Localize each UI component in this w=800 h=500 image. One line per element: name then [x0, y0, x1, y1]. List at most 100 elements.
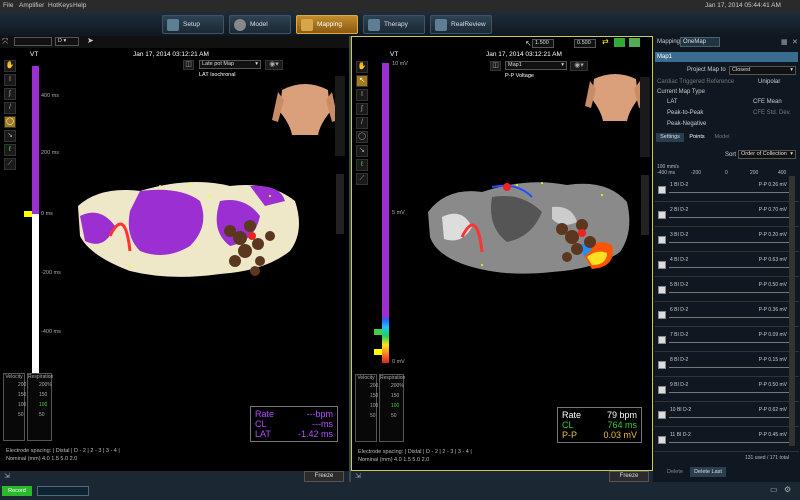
tab-mapping[interactable]: Mapping — [657, 39, 680, 45]
list-item[interactable]: 6 BI D-2 P-P 0.36 mV — [655, 307, 799, 327]
menu-help[interactable]: Help — [73, 2, 86, 9]
list-item[interactable]: 10 BI D-2 P-P 0.62 mV — [655, 407, 799, 427]
map-name-bar[interactable]: Map1 — [655, 52, 798, 62]
scale-marker-icon[interactable] — [374, 349, 382, 355]
point-checkbox[interactable] — [658, 311, 666, 319]
points-subtab[interactable]: Points — [686, 133, 708, 142]
label-tool-icon[interactable]: ℓ — [4, 144, 16, 156]
status-field[interactable] — [37, 486, 89, 496]
lat-radio[interactable]: LAT — [667, 99, 678, 105]
left-map-select[interactable]: Late pot Map ▾ — [199, 60, 261, 69]
label-tool-icon[interactable]: ℓ — [356, 159, 368, 171]
grid-icon[interactable]: ▦ — [781, 38, 788, 46]
line-tool-icon[interactable]: ⟋ — [356, 173, 368, 185]
lasso-tool-icon[interactable]: ◯ — [4, 116, 16, 128]
eye-icon[interactable]: ◉▾ — [570, 61, 588, 71]
pen-tool-icon[interactable]: / — [356, 117, 368, 129]
probe-tool-icon[interactable]: ↘ — [356, 145, 368, 157]
hand-tool-icon[interactable]: ✋ — [4, 60, 16, 72]
settings-subtab[interactable]: Settings — [656, 133, 684, 142]
list-item[interactable]: 8 BI D-2 P-P 0.15 mV — [655, 357, 799, 377]
cfe-std-radio[interactable]: CFE Std. Dev. — [753, 110, 791, 116]
swap-icon[interactable]: ⇄ — [602, 37, 609, 46]
right-slider-track[interactable] — [640, 77, 650, 157]
high-threshold-input[interactable]: 0.500 — [574, 39, 596, 48]
left-view-select[interactable] — [14, 37, 52, 46]
torso-orientation-icon[interactable] — [584, 71, 646, 121]
cursor-tool-icon[interactable]: ↖ — [356, 75, 368, 87]
sort-select[interactable]: Order of Collection ▾ — [738, 150, 796, 159]
cfe-mean-radio[interactable]: CFE Mean — [753, 99, 782, 105]
point-checkbox[interactable] — [658, 411, 666, 419]
low-threshold-input[interactable]: 1.500 — [532, 39, 554, 48]
peak-to-peak-radio[interactable]: Peak-to-Peak — [667, 110, 703, 116]
mirror-icon[interactable]: ⤧ — [2, 37, 8, 47]
point-checkbox[interactable] — [658, 286, 666, 294]
split-view-icon[interactable]: ◫ — [183, 60, 194, 70]
line-tool-icon[interactable]: ⟋ — [4, 158, 16, 170]
record-status[interactable]: Record — [2, 486, 32, 496]
list-item[interactable]: 3 BI D-2 P-P 0.20 mV — [655, 232, 799, 252]
list-item[interactable]: 2 BI D-2 P-P 0.70 mV — [655, 207, 799, 227]
lasso-tool-icon[interactable]: ◯ — [356, 131, 368, 143]
mode-setup-button[interactable]: Setup — [162, 15, 224, 34]
menu-hotkeys[interactable]: HotKeys — [48, 2, 73, 9]
chat-icon[interactable]: ▭ — [770, 485, 778, 494]
caliper-tool-icon[interactable]: I — [356, 89, 368, 101]
close-icon[interactable]: ✕ — [792, 38, 798, 46]
point-checkbox[interactable] — [658, 236, 666, 244]
point-checkbox[interactable] — [658, 186, 666, 194]
curve-tool-icon[interactable]: ∫ — [356, 103, 368, 115]
point-checkbox[interactable] — [658, 261, 666, 269]
cursor-icon[interactable]: ➤ — [87, 36, 94, 45]
model-subtab[interactable]: Model — [711, 133, 733, 142]
settings-icon[interactable]: ⚙ — [784, 485, 791, 494]
pen-tool-icon[interactable]: / — [4, 102, 16, 114]
voltage-3d-map[interactable] — [422, 157, 637, 287]
point-checkbox[interactable] — [658, 386, 666, 394]
mode-therapy-button[interactable]: Therapy — [363, 15, 425, 34]
cardiac-ref-checkbox[interactable]: Cardiac Triggered Reference — [657, 79, 734, 85]
left-zoom-track[interactable] — [336, 174, 344, 234]
point-checkbox[interactable] — [658, 361, 666, 369]
right-map-view[interactable]: VT Jan 17, 2014 03:12:21 AM ↖ 1.500 0.50… — [351, 36, 653, 471]
list-item[interactable]: 7 BI D-2 P-P 0.09 mV — [655, 332, 799, 352]
torso-orientation-icon[interactable] — [270, 80, 340, 135]
export-icon[interactable] — [629, 38, 640, 47]
scale-marker-icon[interactable] — [24, 211, 32, 217]
left-map-view[interactable]: ⤧ D ▾ ➤ VT Jan 17, 2014 03:12:21 AM ✋ I … — [0, 36, 349, 471]
peak-negative-radio[interactable]: Peak-Negative — [667, 121, 706, 127]
lat-3d-map[interactable] — [70, 156, 310, 296]
probe-tool-icon[interactable]: ↘ — [4, 130, 16, 142]
caliper-tool-icon[interactable]: I — [4, 74, 16, 86]
right-cursor-icon[interactable]: ↖ — [525, 39, 532, 48]
scale-marker-icon[interactable] — [374, 329, 382, 335]
menu-file[interactable]: File — [3, 2, 13, 9]
point-checkbox[interactable] — [658, 211, 666, 219]
left-slider-track[interactable] — [335, 76, 345, 156]
left-dropdown[interactable]: D ▾ — [55, 37, 79, 46]
tab-onemap[interactable]: OneMap — [680, 37, 720, 47]
list-item[interactable]: 5 BI D-2 P-P 0.50 mV — [655, 282, 799, 302]
green-arrow-icon[interactable] — [614, 38, 625, 47]
list-item[interactable]: 4 BI D-2 P-P 0.63 mV — [655, 257, 799, 277]
delete-last-button[interactable]: Delete Last — [690, 467, 726, 477]
list-item[interactable]: 11 BI D-2 P-P 0.45 mV — [655, 432, 799, 452]
right-freeze-button[interactable]: Freeze — [609, 471, 649, 482]
curve-tool-icon[interactable]: ∫ — [4, 88, 16, 100]
delete-button[interactable]: Delete — [663, 467, 687, 477]
point-checkbox[interactable] — [658, 336, 666, 344]
mode-model-button[interactable]: Model — [229, 15, 291, 34]
unipolar-checkbox[interactable]: Unipolar — [758, 79, 780, 85]
point-checkbox[interactable] — [658, 436, 666, 444]
hand-tool-icon[interactable]: ✋ — [356, 61, 368, 73]
expand-icon[interactable]: ⇲ — [4, 472, 10, 480]
mode-mapping-button[interactable]: Mapping — [296, 15, 358, 34]
split-view-icon[interactable]: ◫ — [490, 61, 501, 71]
right-zoom-track[interactable] — [641, 175, 649, 235]
project-map-select[interactable]: Closest ▾ — [729, 66, 796, 75]
left-freeze-button[interactable]: Freeze — [304, 471, 344, 482]
right-map-select[interactable]: Map1 ▾ — [505, 61, 567, 70]
expand-icon[interactable]: ⇲ — [355, 472, 361, 480]
eye-icon[interactable]: ◉▾ — [265, 60, 283, 70]
